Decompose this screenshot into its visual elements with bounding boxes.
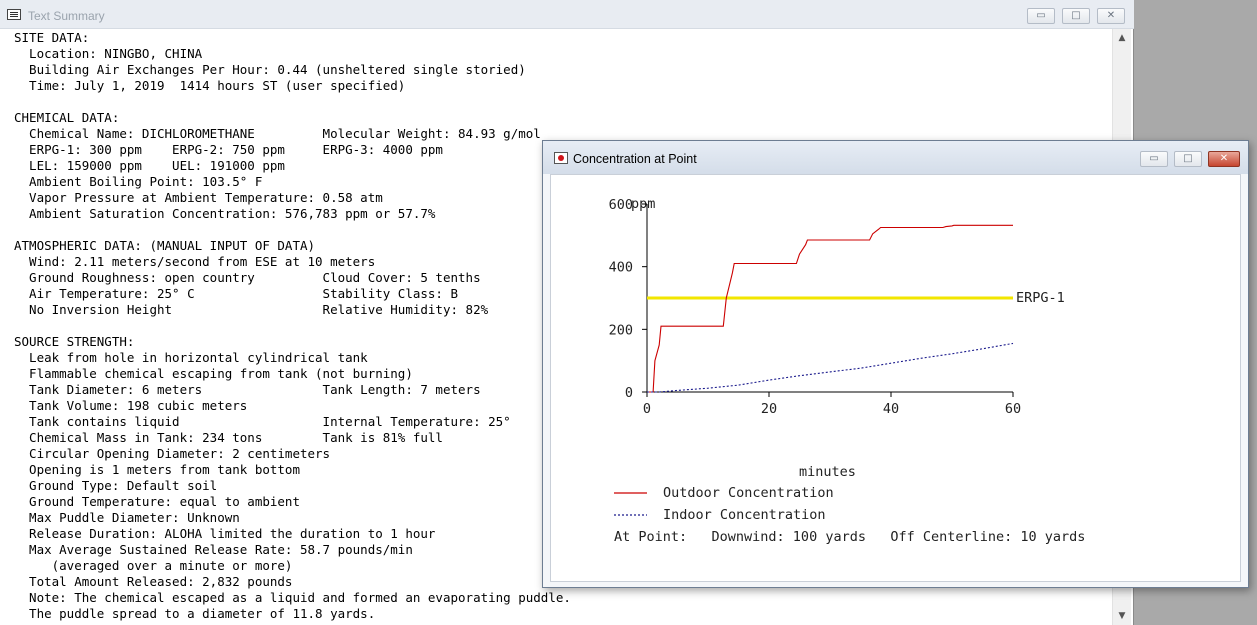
y-tick-label: 0 (625, 385, 633, 401)
minimize-button[interactable]: ▭ (1140, 151, 1168, 167)
app-icon (7, 9, 21, 20)
summary-line: Max Average Sustained Release Rate: 58.7… (29, 542, 413, 557)
summary-line: Ground Temperature: equal to ambient (29, 494, 300, 509)
summary-line: SITE DATA: (14, 30, 90, 45)
chart-area: ppm 0 200 400 600 0 20 40 60 ERPG-1 minutes Out… (550, 174, 1241, 582)
maximize-button[interactable]: □ (1174, 151, 1202, 167)
maximize-button[interactable]: □ (1062, 8, 1090, 24)
app-icon (554, 152, 568, 164)
summary-line: LEL: 159000 ppm UEL: 191000 ppm (29, 158, 285, 173)
summary-line: Building Air Exchanges Per Hour: 0.44 (u… (29, 62, 526, 77)
summary-window-title: Text Summary (28, 9, 105, 23)
summary-line: Wind: 2.11 meters/second from ESE at 10 … (29, 254, 376, 269)
summary-line: SOURCE STRENGTH: (14, 334, 135, 349)
summary-line: Chemical Mass in Tank: 234 tons Tank is … (29, 430, 443, 445)
close-button[interactable]: ✕ (1097, 8, 1125, 24)
legend-indoor-label: Indoor Concentration (663, 507, 826, 523)
summary-line: Opening is 1 meters from tank bottom (29, 462, 300, 477)
x-tick-label: 20 (761, 401, 777, 417)
summary-titlebar[interactable]: Text Summary ▭ □ ✕ (0, 0, 1134, 29)
summary-line: No Inversion Height Relative Humidity: 8… (29, 302, 489, 317)
summary-line: Leak from hole in horizontal cylindrical… (29, 350, 368, 365)
summary-line: (averaged over a minute or more) (51, 558, 293, 573)
scroll-down-icon[interactable]: ▼ (1113, 607, 1131, 625)
indoor-concentration-line (647, 342, 1014, 393)
legend-outdoor-label: Outdoor Concentration (663, 485, 834, 501)
outdoor-concentration-line (647, 224, 1013, 393)
summary-line: Vapor Pressure at Ambient Temperature: 0… (29, 190, 383, 205)
summary-line: Note: The chemical escaped as a liquid a… (29, 590, 571, 605)
plot-window-title: Concentration at Point (573, 152, 697, 166)
x-tick-label: 40 (883, 401, 899, 417)
scroll-up-icon[interactable]: ▲ (1113, 29, 1131, 47)
summary-line: Time: July 1, 2019 1414 hours ST (user s… (29, 78, 406, 93)
x-tick-label: 60 (1005, 401, 1021, 417)
chart-ticks: 0 200 400 600 0 20 40 60 (609, 197, 1022, 417)
close-button[interactable]: ✕ (1208, 151, 1240, 167)
summary-line: Location: NINGBO, CHINA (29, 46, 203, 61)
summary-line: Max Puddle Diameter: Unknown (29, 510, 240, 525)
summary-line: ATMOSPHERIC DATA: (MANUAL INPUT OF DATA) (14, 238, 316, 253)
y-tick-label: 400 (609, 260, 633, 276)
summary-line: Tank Diameter: 6 meters Tank Length: 7 m… (29, 382, 481, 397)
minimize-button[interactable]: ▭ (1027, 8, 1055, 24)
summary-line: Ground Type: Default soil (29, 478, 218, 493)
summary-text: SITE DATA: Location: NINGBO, CHINA Build… (14, 30, 571, 622)
summary-line: Tank contains liquid Internal Temperatur… (29, 414, 511, 429)
summary-line: CHEMICAL DATA: (14, 110, 120, 125)
concentration-chart: ppm 02004006000 20 40 60 ERPG-1 minutes Out… (609, 196, 1086, 545)
plot-titlebar[interactable]: Concentration at Point ▭ □ ✕ (543, 141, 1248, 174)
summary-line: Ambient Saturation Concentration: 576,78… (29, 206, 436, 221)
erpg-1-label: ERPG-1 (1016, 290, 1065, 306)
summary-line: Ambient Boiling Point: 103.5° F (29, 174, 263, 189)
at-point-text: At Point: Downwind: 100 yards Off Center… (614, 529, 1085, 545)
summary-line: Air Temperature: 25° C Stability Class: … (29, 286, 459, 301)
summary-line: Release Duration: ALOHA limited the dura… (29, 526, 436, 541)
summary-line: Flammable chemical escaping from tank (n… (29, 366, 413, 381)
summary-line: Ground Roughness: open country Cloud Cov… (29, 270, 481, 285)
chart-lines: ERPG-1 (647, 224, 1065, 393)
concentration-window: Concentration at Point ▭ □ ✕ ppm 0 200 400… (542, 140, 1249, 588)
x-tick-label: 0 (643, 401, 651, 417)
summary-line: Total Amount Released: 2,832 pounds (29, 574, 293, 589)
y-tick-label: 600 (609, 197, 633, 213)
y-tick-label: 200 (609, 322, 633, 338)
summary-line: ERPG-1: 300 ppm ERPG-2: 750 ppm ERPG-3: … (29, 142, 443, 157)
summary-line: Chemical Name: DICHLOROMETHANE Molecular… (29, 126, 541, 141)
x-axis-label: minutes (799, 464, 856, 480)
summary-line: The puddle spread to a diameter of 11.8 … (29, 606, 376, 621)
summary-line: Tank Volume: 198 cubic meters (29, 398, 248, 413)
summary-line: Circular Opening Diameter: 2 centimeters (29, 446, 331, 461)
